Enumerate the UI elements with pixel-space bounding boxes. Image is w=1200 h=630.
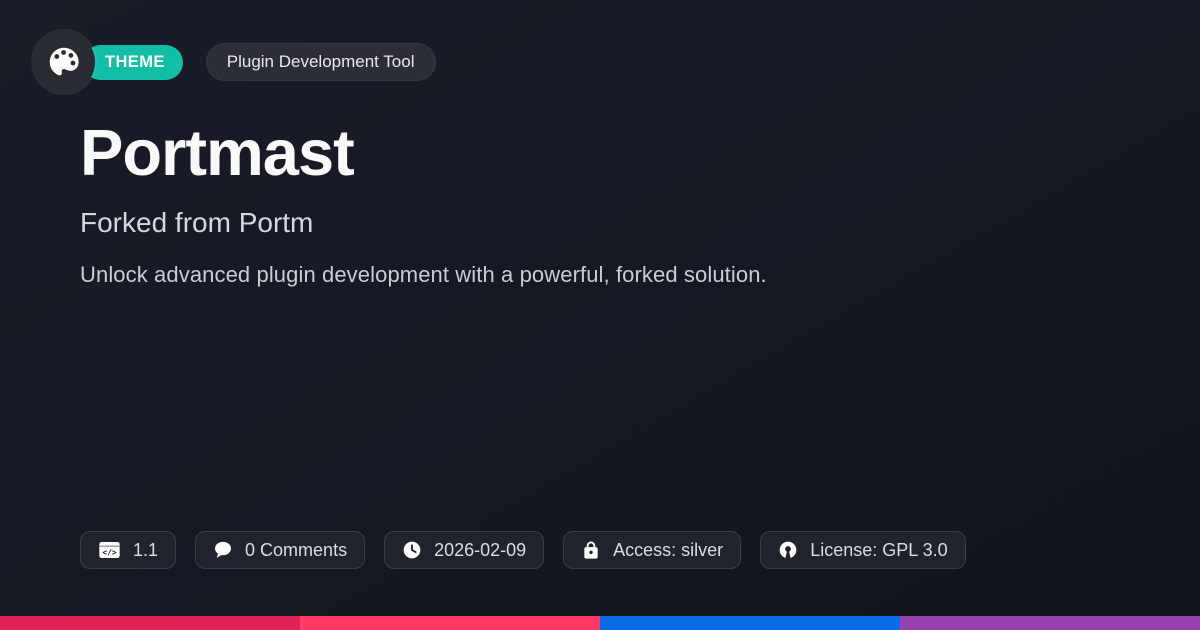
- description-text: Unlock advanced plugin development with …: [80, 262, 767, 288]
- type-badge: THEME: [83, 45, 183, 80]
- plugin-og-card: THEME Plugin Development Tool Portmast F…: [0, 0, 1200, 630]
- version-label: 1.1: [133, 540, 158, 561]
- open-source-icon: [778, 540, 798, 560]
- stripe-segment-blue: [600, 616, 900, 630]
- license-label: License: GPL 3.0: [810, 540, 947, 561]
- stripe-segment-purple: [900, 616, 1200, 630]
- stripe-segment-pink: [300, 616, 600, 630]
- header-row: THEME Plugin Development Tool: [33, 30, 436, 94]
- access-label: Access: silver: [613, 540, 723, 561]
- code-window-icon: </>: [98, 540, 121, 560]
- clock-icon: [402, 540, 422, 560]
- forked-from-subtitle: Forked from Portm: [80, 207, 313, 239]
- version-badge: </> 1.1: [80, 531, 176, 569]
- palette-icon: [45, 43, 83, 81]
- access-badge: Access: silver: [563, 531, 741, 569]
- bottom-color-stripe: [0, 616, 1200, 630]
- lock-icon: [581, 540, 601, 560]
- category-badge: Plugin Development Tool: [206, 43, 436, 81]
- date-label: 2026-02-09: [434, 540, 526, 561]
- comment-icon: [213, 540, 233, 560]
- svg-text:</>: </>: [102, 548, 117, 557]
- license-badge: License: GPL 3.0: [760, 531, 965, 569]
- date-badge: 2026-02-09: [384, 531, 544, 569]
- avatar: [33, 31, 95, 93]
- comments-label: 0 Comments: [245, 540, 347, 561]
- meta-row: </> 1.1 0 Comments 2026-02-09: [80, 531, 966, 569]
- page-title: Portmast: [80, 119, 354, 187]
- stripe-segment-crimson: [0, 616, 300, 630]
- comments-badge: 0 Comments: [195, 531, 365, 569]
